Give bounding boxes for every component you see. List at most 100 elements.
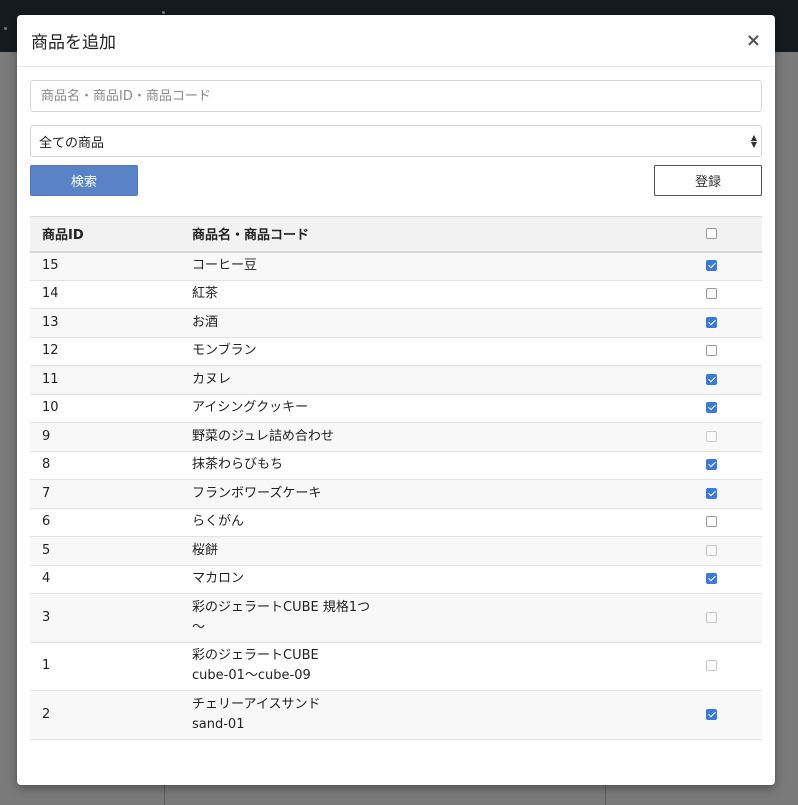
product-name: らくがん [192,514,245,530]
row-checkbox[interactable] [706,708,717,720]
cell-product-id: 5 [42,542,51,558]
table-row: 5 桜餅 [30,536,762,566]
product-name: お酒 [192,314,219,330]
product-name: 桜餅 [192,542,219,558]
header-product-id: 商品ID [42,228,84,244]
row-checkbox [706,660,717,672]
modal-title: 商品を追加 [31,33,116,53]
row-checkbox[interactable] [706,516,717,528]
table-row: 11 カヌレ [30,365,762,395]
cell-product-name: モンブラン [180,337,680,366]
cell-product-name: 紅茶 [180,280,680,309]
product-name: 抹茶わらびもち [192,457,284,473]
select-all-checkbox[interactable] [706,228,717,240]
row-checkbox[interactable] [706,573,717,585]
table-header-row: 商品ID 商品名・商品コード [30,216,762,252]
product-name: チェリーアイスサンド [192,696,321,712]
row-checkbox[interactable] [706,402,717,414]
cell-product-name: お酒 [180,309,680,338]
table-row: 14 紅茶 [30,280,762,309]
cell-select [680,691,762,740]
cell-product-id: 12 [42,343,59,359]
cell-product-id: 2 [42,706,51,722]
product-name: フランボワーズケーキ [192,485,322,501]
table-row: 9 野菜のジュレ詰め合わせ [30,422,762,452]
cell-product-name: フランボワーズケーキ [180,480,680,509]
product-name: コーヒー豆 [192,258,258,273]
cell-product-id: 15 [42,258,59,273]
row-checkbox[interactable] [706,288,717,300]
table-row: 10 アイシングクッキー [30,394,762,423]
cell-select [680,565,762,594]
background-dot [162,11,165,14]
table-row: 8 抹茶わらびもち [30,451,762,480]
header-select-all [680,217,762,252]
cell-product-name: 彩のジェラートCUBE 規格1つ〜 [180,594,680,643]
cell-product-id: 14 [42,286,59,302]
cell-product-id: 10 [42,400,59,416]
cell-product-name: コーヒー豆 [180,252,680,281]
cell-product-id: 1 [42,658,51,674]
search-input[interactable] [30,80,762,112]
cell-select [680,280,762,309]
cell-product-name: らくがん [180,508,680,537]
table-row: 13 お酒 [30,308,762,338]
product-name: アイシングクッキー [192,400,309,416]
row-checkbox[interactable] [706,487,717,499]
row-checkbox [706,544,717,556]
cell-product-id: 7 [42,485,51,501]
product-name: 彩のジェラートCUBE [192,648,319,664]
cell-product-id: 8 [42,457,51,473]
cell-select [680,337,762,366]
action-row: 検索 登録 [30,164,762,196]
row-checkbox[interactable] [706,260,717,271]
register-button[interactable]: 登録 [654,164,762,196]
cell-select [680,423,762,452]
row-checkbox[interactable] [706,316,717,328]
search-button[interactable]: 検索 [30,164,138,196]
cell-product-id: 9 [42,428,51,444]
table-row: 1 彩のジェラートCUBE cube-01〜cube-09 [30,642,762,691]
cell-product-name: マカロン [180,565,680,594]
product-name: マカロン [192,571,245,587]
product-code: cube-01〜cube-09 [192,668,311,684]
row-checkbox [706,611,717,623]
cell-select [680,309,762,338]
product-code: 〜 [192,619,206,635]
cell-product-name: チェリーアイスサンド sand-01 [180,691,680,740]
product-name: カヌレ [192,371,232,387]
row-checkbox[interactable] [706,459,717,471]
cell-select [680,594,762,643]
header-product-name: 商品名・商品コード [192,228,310,244]
cell-select [680,451,762,480]
row-checkbox[interactable] [706,373,717,385]
cell-product-id: 11 [42,371,59,387]
cell-select [680,508,762,537]
cell-product-name: 抹茶わらびもち [180,451,680,480]
product-code: sand-01 [192,716,245,732]
table-row: 7 フランボワーズケーキ [30,479,762,509]
row-checkbox[interactable] [706,345,717,357]
modal-header: 商品を追加 × [17,15,775,67]
product-table-wrapper: 商品ID 商品名・商品コード 15 コーヒー豆 14 紅茶 13 お酒 12 モンブラン 11 カ… [30,216,762,740]
table-row: 15 コーヒー豆 [30,251,762,281]
product-name: 野菜のジュレ詰め合わせ [192,428,334,444]
add-product-modal: 商品を追加 × 全ての商品 ▲▼ 検索 登録 商品ID 商品名・商品コード [17,15,775,785]
cell-product-name: 彩のジェラートCUBE cube-01〜cube-09 [180,642,680,691]
cell-product-id: 13 [42,314,59,330]
cell-product-id: 6 [42,514,51,530]
cell-product-name: アイシングクッキー [180,394,680,423]
select-arrows-icon: ▲ ▼ [750,133,757,149]
cell-select [680,366,762,395]
filter-selected-value: 全ての商品 [39,135,105,151]
cell-product-name: 桜餅 [180,537,680,566]
cell-select [680,480,762,509]
product-name: 彩のジェラートCUBE 規格1つ [192,599,371,615]
table-row: 12 モンブラン [30,337,762,366]
close-icon[interactable]: × [746,31,761,50]
table-row: 6 らくがん [30,508,762,537]
cell-select [680,642,762,691]
product-filter-select[interactable]: 全ての商品 ▲ ▼ [30,125,762,157]
cell-product-name: カヌレ [180,366,680,395]
cell-select [680,252,762,281]
